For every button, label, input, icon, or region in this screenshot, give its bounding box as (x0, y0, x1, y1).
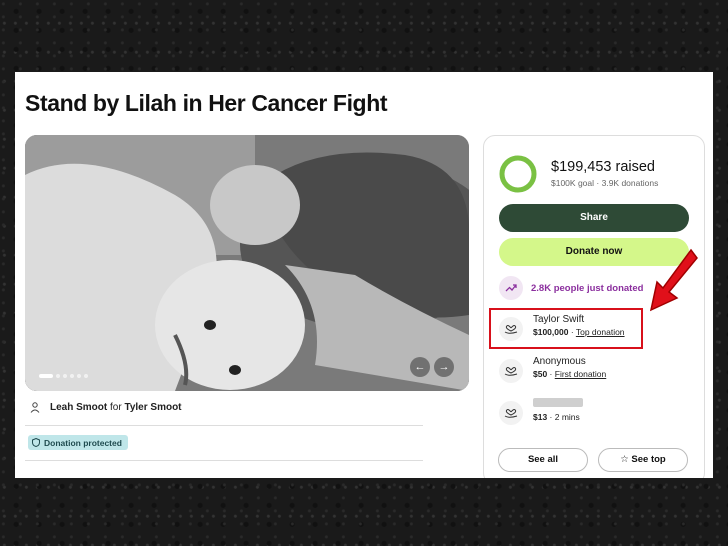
donor-item: $13 · 2 mins (499, 398, 583, 425)
see-all-button[interactable]: See all (498, 448, 588, 472)
donor-item: Anonymous $50 · First donation (499, 356, 606, 383)
carousel-next-button[interactable]: → (434, 357, 454, 377)
redacted-name (533, 398, 583, 407)
trend-text: 2.8K people just donated (531, 282, 644, 294)
carousel-prev-button[interactable]: ← (410, 357, 430, 377)
carousel-dots[interactable] (39, 374, 88, 378)
organizer-row: Leah Smoot for Tyler Smoot (30, 402, 182, 413)
heart-hand-icon (499, 401, 523, 425)
highlight-box (489, 308, 643, 349)
trending-up-icon (499, 276, 523, 300)
goal-amount: $100K goal (551, 178, 595, 188)
fundraiser-page: Stand by Lilah in Her Cancer Fight ← → L… (15, 72, 713, 478)
badge-label: Donation protected (44, 437, 122, 448)
divider (25, 460, 423, 461)
carousel-dot[interactable] (63, 374, 67, 378)
donor-amount: $50 (533, 369, 548, 379)
donor-meta: $50 · First donation (533, 369, 606, 379)
shield-icon (32, 438, 40, 447)
donation-count: 3.9K donations (601, 178, 659, 188)
share-button[interactable]: Share (499, 204, 689, 232)
goal-summary: $100K goal · 3.9K donations (551, 178, 658, 188)
babies-photo-illustration (25, 135, 469, 391)
carousel-dot[interactable] (84, 374, 88, 378)
donor-meta: $13 · 2 mins (533, 412, 583, 422)
organizer-for: for (110, 402, 122, 413)
divider (25, 425, 423, 426)
carousel-dot[interactable] (39, 374, 53, 378)
see-top-button[interactable]: ☆ See top (598, 448, 688, 472)
donor-time: 2 mins (554, 412, 580, 422)
donor-name: Anonymous (533, 356, 586, 367)
donor-amount: $13 (533, 412, 548, 422)
amount-raised: $199,453 raised (551, 159, 655, 175)
goal-separator: · (596, 178, 600, 188)
progress-ring (499, 155, 537, 193)
organizer-name[interactable]: Leah Smoot (50, 402, 107, 413)
see-top-label: See top (631, 454, 666, 465)
carousel-dot[interactable] (70, 374, 74, 378)
heart-hand-icon (499, 359, 523, 383)
person-icon (30, 402, 40, 413)
carousel-dot[interactable] (56, 374, 60, 378)
carousel-dot[interactable] (77, 374, 81, 378)
meta-separator: · (547, 369, 555, 379)
donor-name-redacted (533, 398, 583, 410)
meta-separator: · (547, 412, 555, 422)
campaign-photo[interactable] (25, 135, 469, 391)
donor-tag-link[interactable]: First donation (555, 369, 607, 379)
star-icon: ☆ (620, 454, 629, 465)
donation-protected-badge[interactable]: Donation protected (28, 435, 128, 450)
organizer-text: Leah Smoot for Tyler Smoot (50, 402, 182, 413)
red-arrow-annotation (649, 248, 698, 312)
recent-donations-trend: 2.8K people just donated (499, 276, 643, 300)
beneficiary-name[interactable]: Tyler Smoot (124, 402, 181, 413)
page-title: Stand by Lilah in Her Cancer Fight (25, 90, 388, 116)
